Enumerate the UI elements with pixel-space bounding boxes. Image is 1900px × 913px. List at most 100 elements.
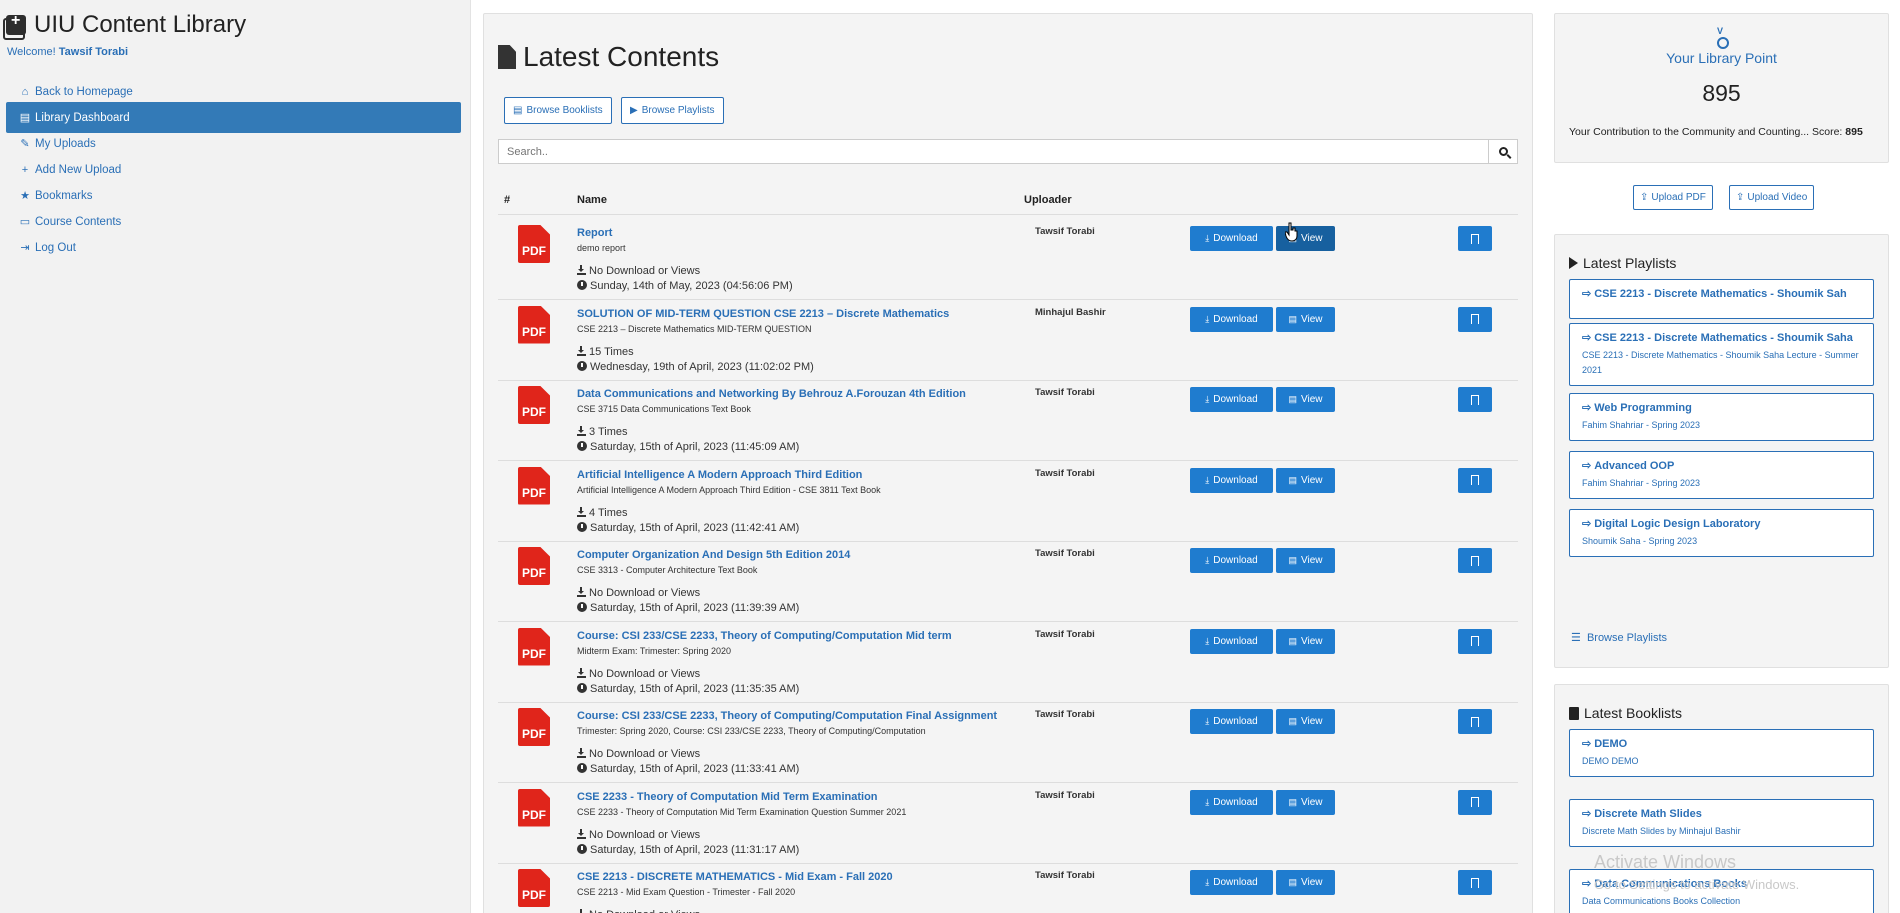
- booklist-card[interactable]: ⇨ DEMO DEMO DEMO: [1569, 729, 1874, 777]
- search-button[interactable]: [1488, 139, 1518, 164]
- upload-icon: ⇪: [1736, 192, 1745, 203]
- content-title-link[interactable]: Course: CSI 233/CSE 2233, Theory of Comp…: [577, 710, 997, 722]
- download-icon: ⤓: [1205, 877, 1210, 887]
- view-button-label: View: [1301, 635, 1323, 647]
- latest-contents-panel: Latest Contents ▤ Browse Booklists ▶ Bro…: [483, 13, 1533, 913]
- playlist-title-text: Advanced OOP: [1594, 460, 1675, 472]
- sidebar-item-label: Bookmarks: [35, 189, 93, 202]
- content-title-link[interactable]: CSE 2233 - Theory of Computation Mid Ter…: [577, 791, 878, 803]
- download-count: No Download or Views: [589, 667, 701, 680]
- bookmark-button[interactable]: [1458, 709, 1492, 734]
- playlist-card[interactable]: ⇨ Advanced OOP Fahim Shahriar - Spring 202…: [1569, 451, 1874, 499]
- content-title-link[interactable]: Artificial Intelligence A Modern Approac…: [577, 469, 862, 481]
- download-button-label: Download: [1213, 796, 1258, 808]
- content-title-link[interactable]: Computer Organization And Design 5th Edi…: [577, 549, 850, 561]
- download-button[interactable]: ⤓ Download: [1190, 548, 1273, 573]
- download-button-label: Download: [1213, 313, 1258, 325]
- activate-windows-hint: Go to Settings to activate Windows.: [1594, 877, 1800, 892]
- table-row: PDF Report demo report No Download or Views…: [498, 220, 1518, 300]
- content-title-link[interactable]: Course: CSI 233/CSE 2233, Theory of Comp…: [577, 630, 952, 642]
- playlist-title: ⇨ CSE 2213 - Discrete Mathematics - Shoum…: [1582, 331, 1861, 344]
- playlist-card[interactable]: ⇨ CSE 2213 - Discrete Mathematics - Shoum…: [1569, 323, 1874, 386]
- bookmark-button[interactable]: [1458, 548, 1492, 573]
- booklist-title-text: DEMO: [1594, 738, 1628, 750]
- brand[interactable]: UIU Content Library: [3, 11, 246, 40]
- bookmark-button[interactable]: [1458, 226, 1492, 251]
- playlist-card[interactable]: ⇨ CSE 2213 - Discrete Mathematics - Shoum…: [1569, 279, 1874, 319]
- column-header-uploader: Uploader: [1024, 194, 1072, 206]
- view-button[interactable]: ▤ View: [1276, 628, 1335, 654]
- upload-date-text: Saturday, 15th of April, 2023 (11:45:09 …: [590, 441, 800, 453]
- playlist-subtitle: CSE 2213 - Discrete Mathematics - Shoumi…: [1582, 350, 1859, 375]
- playlist-card[interactable]: ⇨ Web Programming Fahim Shahriar - Spring …: [1569, 393, 1874, 441]
- download-button[interactable]: ⤓ Download: [1190, 628, 1273, 654]
- activate-windows-watermark: Activate Windows: [1594, 852, 1737, 872]
- bookmark-button[interactable]: [1458, 870, 1492, 895]
- play-icon: [1569, 257, 1578, 269]
- search-input[interactable]: [498, 139, 1503, 164]
- booklist-title: ⇨ Discrete Math Slides: [1582, 807, 1861, 820]
- sign-in-icon: ⇨: [1582, 878, 1592, 890]
- content-title-link[interactable]: Data Communications and Networking By Be…: [577, 388, 966, 400]
- view-button[interactable]: ▤ View: [1276, 789, 1335, 815]
- sidebar-nav: ⌂ Back to Homepage ▤ Library Dashboard ✎ My U…: [6, 76, 461, 258]
- booklist-card[interactable]: ⇨ Discrete Math Slides Discrete Math Slide…: [1569, 799, 1874, 847]
- content-title-link[interactable]: Report: [577, 227, 612, 239]
- browse-playlists-link[interactable]: ☰ Browse Playlists: [1571, 631, 1667, 644]
- download-icon: [577, 587, 586, 597]
- list-icon: ☰: [1571, 632, 1581, 644]
- bookmark-icon: [1471, 475, 1479, 488]
- download-icon: ⤓: [1205, 233, 1210, 243]
- table-row: PDF SOLUTION OF MID-TERM QUESTION CSE 221…: [498, 301, 1518, 381]
- download-button[interactable]: ⤓ Download: [1190, 467, 1273, 493]
- content-description: CSE 2233 - Theory of Computation Mid Ter…: [577, 806, 907, 817]
- bookmark-button[interactable]: [1458, 306, 1492, 332]
- upload-date-text: Saturday, 15th of April, 2023 (11:35:35 …: [590, 682, 800, 695]
- download-button[interactable]: ⤓ Download: [1190, 387, 1273, 412]
- download-stats: 4 Times: [577, 506, 628, 519]
- upload-date: Saturday, 15th of April, 2023 (11:42:41 …: [577, 521, 799, 534]
- pdf-file-icon: PDF: [518, 225, 550, 263]
- browse-booklists-button[interactable]: ▤ Browse Booklists: [504, 97, 612, 124]
- view-button[interactable]: ▤ View: [1276, 306, 1335, 332]
- download-button[interactable]: ⤓ Download: [1190, 226, 1273, 251]
- view-button[interactable]: ▤ View: [1276, 467, 1335, 493]
- download-button[interactable]: ⤓ Download: [1190, 870, 1273, 895]
- view-button[interactable]: ▤ View: [1276, 387, 1335, 412]
- download-button[interactable]: ⤓ Download: [1190, 709, 1273, 734]
- download-count: 4 Times: [589, 506, 628, 519]
- bookmark-icon: [1471, 555, 1479, 569]
- download-stats: No Download or Views: [577, 748, 700, 760]
- content-description: CSE 2213 - Mid Exam Question - Trimester…: [577, 887, 796, 897]
- playlist-title: ⇨ Web Programming: [1582, 401, 1861, 414]
- bookmark-button[interactable]: [1458, 387, 1492, 412]
- sidebar-item-log-out[interactable]: ⇥ Log Out: [6, 232, 461, 263]
- bookmark-icon: [1471, 716, 1479, 730]
- bookmark-button[interactable]: [1458, 789, 1492, 815]
- latest-playlists-title-text: Latest Playlists: [1583, 255, 1677, 271]
- book-icon: [1569, 706, 1579, 720]
- browse-playlists-button[interactable]: ▶ Browse Playlists: [621, 97, 724, 124]
- download-button[interactable]: ⤓ Download: [1190, 306, 1273, 332]
- content-title-link[interactable]: CSE 2213 - DISCRETE MATHEMATICS - Mid Ex…: [577, 871, 893, 883]
- pdf-file-icon: PDF: [518, 788, 550, 827]
- table-row: PDF Computer Organization And Design 5th …: [498, 542, 1518, 622]
- upload-pdf-button[interactable]: ⇪ Upload PDF: [1633, 185, 1713, 210]
- star-icon: ★: [20, 190, 30, 202]
- view-button[interactable]: ▤ View: [1276, 709, 1335, 734]
- pdf-file-icon: PDF: [518, 627, 550, 666]
- download-stats: 3 Times: [577, 426, 628, 438]
- download-button[interactable]: ⤓ Download: [1190, 789, 1273, 815]
- library-points-panel: Your Library Point 895 Your Contribution…: [1554, 13, 1889, 163]
- view-button[interactable]: ▤ View: [1276, 548, 1335, 573]
- view-button[interactable]: ▤ View: [1276, 870, 1335, 895]
- latest-playlists-panel: Latest Playlists ⇨ CSE 2213 - Discrete Ma…: [1554, 234, 1889, 668]
- bookmark-button[interactable]: [1458, 467, 1492, 493]
- upload-video-label: Upload Video: [1747, 192, 1808, 203]
- upload-video-button[interactable]: ⇪ Upload Video: [1729, 185, 1815, 210]
- download-icon: ⤓: [1205, 474, 1210, 485]
- bookmark-button[interactable]: [1458, 628, 1492, 654]
- content-title-link[interactable]: SOLUTION OF MID-TERM QUESTION CSE 2213 –…: [577, 308, 949, 320]
- view-button-label: View: [1301, 474, 1323, 486]
- playlist-card[interactable]: ⇨ Digital Logic Design Laboratory Shoumik …: [1569, 509, 1874, 557]
